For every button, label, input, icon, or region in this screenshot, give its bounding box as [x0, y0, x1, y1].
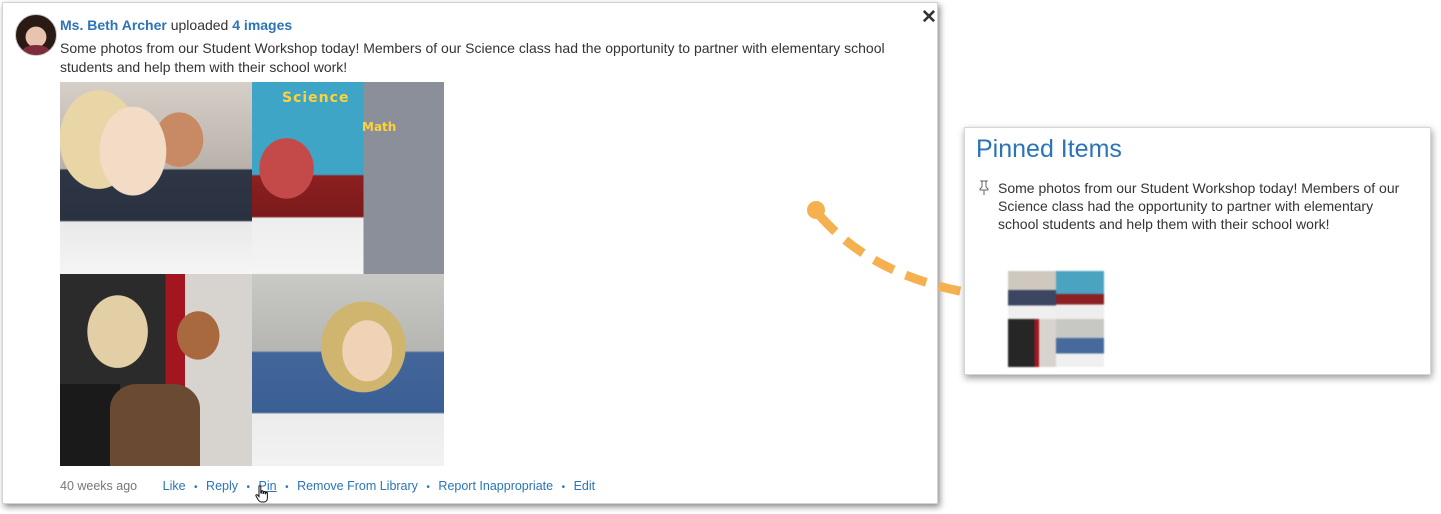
pinned-items-title: Pinned Items — [976, 135, 1122, 163]
pinned-thumbnails[interactable] — [1008, 271, 1104, 367]
gallery-photo-2[interactable]: Science Math — [252, 82, 444, 274]
photo-sign-science: Science — [282, 90, 350, 106]
gallery-photo-1[interactable] — [60, 82, 252, 274]
avatar-shoulders — [22, 45, 50, 55]
post-footer: 40 weeks ago Like • Reply • Pin • Remove… — [60, 479, 595, 493]
images-link[interactable]: 4 images — [232, 17, 292, 33]
separator: • — [194, 482, 198, 493]
pinned-items-panel: Pinned Items Some photos from our Studen… — [964, 127, 1431, 375]
separator: • — [285, 482, 289, 493]
post-text: Some photos from our Student Workshop to… — [60, 40, 885, 75]
close-button[interactable]: ✕ — [920, 8, 938, 27]
report-inappropriate-link[interactable]: Report Inappropriate — [438, 479, 553, 493]
remove-from-library-link[interactable]: Remove From Library — [297, 479, 418, 493]
author-link[interactable]: Ms. Beth Archer — [60, 17, 167, 33]
pinned-thumb-1[interactable] — [1008, 271, 1056, 319]
gallery-photo-3[interactable] — [60, 274, 252, 466]
photo-sign-math: Math — [362, 120, 397, 134]
separator: • — [561, 482, 566, 493]
separator: • — [246, 482, 251, 493]
post-header: Ms. Beth Archer uploaded 4 images — [60, 17, 292, 33]
edit-link[interactable]: Edit — [574, 479, 596, 493]
separator: • — [426, 482, 430, 493]
hand-cursor-icon — [255, 485, 268, 503]
reply-link[interactable]: Reply — [206, 479, 238, 493]
pinned-thumb-2[interactable] — [1056, 271, 1104, 319]
pinned-thumb-4[interactable] — [1056, 319, 1104, 367]
photo-chair — [110, 384, 200, 466]
pinned-thumb-3[interactable] — [1008, 319, 1056, 367]
gallery-photo-4[interactable] — [252, 274, 444, 466]
image-gallery: Science Math — [60, 82, 444, 466]
post-timestamp: 40 weeks ago — [60, 479, 138, 493]
author-avatar[interactable] — [15, 14, 57, 56]
post-action-text: uploaded — [170, 17, 229, 33]
pin-icon — [979, 180, 989, 195]
pinned-item-text[interactable]: Some photos from our Student Workshop to… — [998, 179, 1413, 233]
like-link[interactable]: Like — [163, 479, 186, 493]
